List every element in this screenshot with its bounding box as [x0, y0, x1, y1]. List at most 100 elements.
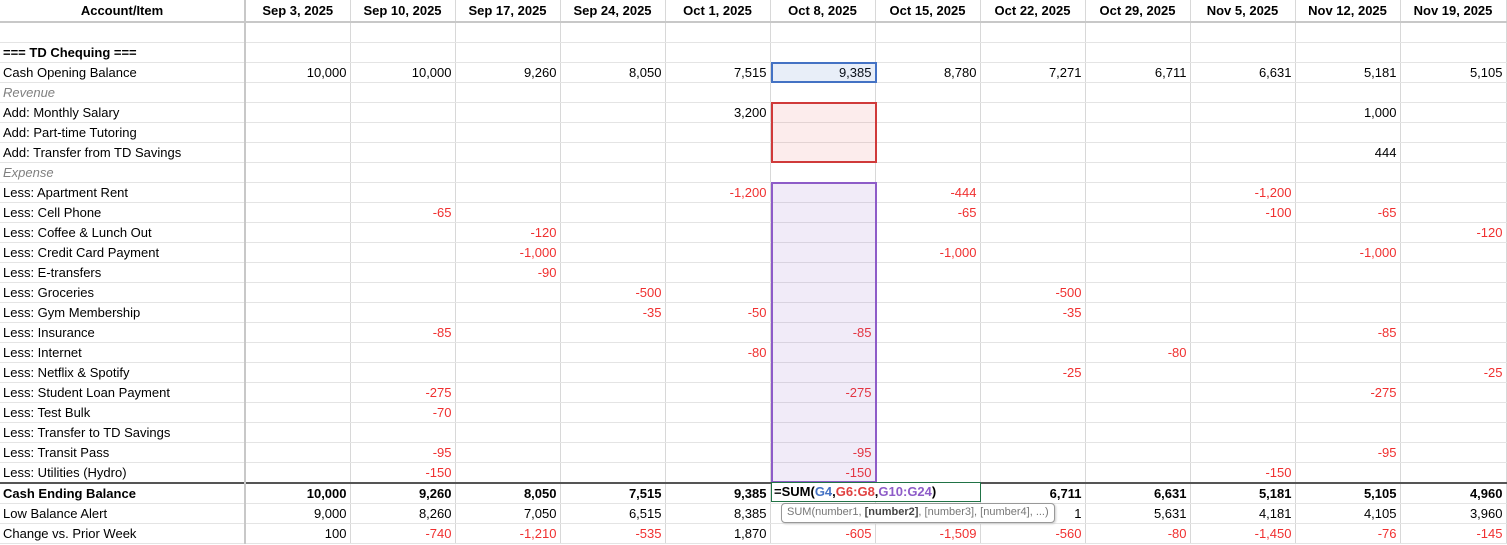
cell[interactable]	[1085, 262, 1191, 283]
cell[interactable]: -1,450	[1190, 523, 1296, 544]
cell[interactable]	[665, 402, 771, 423]
cell[interactable]	[1190, 422, 1296, 443]
cell[interactable]	[665, 202, 771, 223]
cell[interactable]	[1400, 102, 1507, 123]
cell[interactable]	[1190, 22, 1296, 43]
cell[interactable]	[1400, 442, 1507, 463]
cell[interactable]	[1400, 142, 1507, 163]
cell[interactable]	[455, 402, 561, 423]
row-label[interactable]: Less: Transfer to TD Savings	[0, 422, 246, 443]
cell[interactable]	[1085, 422, 1191, 443]
cell[interactable]	[875, 402, 981, 423]
cell[interactable]	[1085, 302, 1191, 323]
cell[interactable]: -500	[560, 282, 666, 303]
cell[interactable]	[665, 322, 771, 343]
cell[interactable]	[245, 402, 351, 423]
cell[interactable]: -444	[875, 182, 981, 203]
cell[interactable]	[665, 362, 771, 383]
cell[interactable]: -560	[980, 523, 1086, 544]
cell[interactable]	[1085, 182, 1191, 203]
cell[interactable]	[1400, 162, 1507, 183]
cell[interactable]	[875, 22, 981, 43]
cell[interactable]	[1400, 402, 1507, 423]
cell[interactable]: 9,385	[665, 482, 771, 504]
cell[interactable]	[1295, 362, 1401, 383]
cell[interactable]	[875, 162, 981, 183]
row-label[interactable]: Less: Transit Pass	[0, 442, 246, 463]
cell[interactable]: -740	[350, 523, 456, 544]
cell[interactable]	[1085, 122, 1191, 143]
cell[interactable]	[350, 362, 456, 383]
cell[interactable]	[1190, 242, 1296, 263]
cell[interactable]: 7,515	[665, 62, 771, 83]
cell[interactable]	[350, 122, 456, 143]
row-label[interactable]: Less: Internet	[0, 342, 246, 363]
cell[interactable]	[875, 442, 981, 463]
cell[interactable]: 8,385	[665, 503, 771, 524]
cell[interactable]	[1190, 262, 1296, 283]
cell[interactable]: -120	[1400, 222, 1507, 243]
cell[interactable]	[245, 382, 351, 403]
cell[interactable]	[980, 102, 1086, 123]
cell[interactable]	[665, 162, 771, 183]
column-header-date[interactable]: Oct 22, 2025	[980, 0, 1086, 23]
cell[interactable]	[455, 182, 561, 203]
cell[interactable]: 100	[245, 523, 351, 544]
cell[interactable]	[1295, 182, 1401, 203]
cell[interactable]	[455, 362, 561, 383]
cell[interactable]	[560, 342, 666, 363]
cell[interactable]	[350, 142, 456, 163]
cell[interactable]	[875, 342, 981, 363]
cell[interactable]	[980, 442, 1086, 463]
cell[interactable]	[1295, 422, 1401, 443]
cell[interactable]	[245, 162, 351, 183]
column-header-date[interactable]: Sep 24, 2025	[560, 0, 666, 23]
cell[interactable]	[980, 122, 1086, 143]
cell[interactable]	[1085, 102, 1191, 123]
spreadsheet-grid[interactable]: Account/Item Sep 3, 2025 Sep 10, 2025 Sep 1…	[0, 0, 1507, 544]
cell[interactable]: 6,711	[980, 482, 1086, 504]
cell[interactable]	[455, 82, 561, 103]
cell[interactable]	[1190, 122, 1296, 143]
cell[interactable]: 3,200	[665, 102, 771, 123]
cell[interactable]	[875, 142, 981, 163]
cell[interactable]	[1400, 262, 1507, 283]
cell[interactable]	[350, 342, 456, 363]
cell[interactable]	[560, 462, 666, 484]
cell[interactable]	[350, 42, 456, 63]
cell[interactable]	[1400, 182, 1507, 203]
cell[interactable]	[1085, 442, 1191, 463]
cell[interactable]: 5,105	[1295, 482, 1401, 504]
cell[interactable]	[560, 222, 666, 243]
cell[interactable]	[1400, 242, 1507, 263]
cell[interactable]	[245, 42, 351, 63]
cell[interactable]	[245, 462, 351, 484]
cell[interactable]	[770, 42, 876, 63]
cell[interactable]	[245, 122, 351, 143]
cell[interactable]	[1400, 382, 1507, 403]
cell[interactable]	[350, 22, 456, 43]
cell[interactable]: -150	[350, 462, 456, 484]
cell[interactable]	[875, 102, 981, 123]
cell[interactable]	[1190, 42, 1296, 63]
cell[interactable]	[875, 282, 981, 303]
cell[interactable]: -80	[665, 342, 771, 363]
cell[interactable]	[350, 102, 456, 123]
cell[interactable]: -85	[350, 322, 456, 343]
cell[interactable]	[560, 162, 666, 183]
cell[interactable]	[245, 202, 351, 223]
cell[interactable]: 6,515	[560, 503, 666, 524]
row-label[interactable]: Cash Opening Balance	[0, 62, 246, 83]
cell[interactable]	[875, 302, 981, 323]
cell[interactable]	[980, 462, 1086, 484]
cell[interactable]: -76	[1295, 523, 1401, 544]
cell[interactable]: -35	[560, 302, 666, 323]
cell[interactable]	[1085, 462, 1191, 484]
cell[interactable]	[560, 182, 666, 203]
cell[interactable]	[1400, 462, 1507, 484]
cell[interactable]	[1295, 342, 1401, 363]
row-label[interactable]: Less: Gym Membership	[0, 302, 246, 323]
cell[interactable]	[1190, 402, 1296, 423]
cell[interactable]	[1085, 382, 1191, 403]
cell[interactable]	[560, 382, 666, 403]
